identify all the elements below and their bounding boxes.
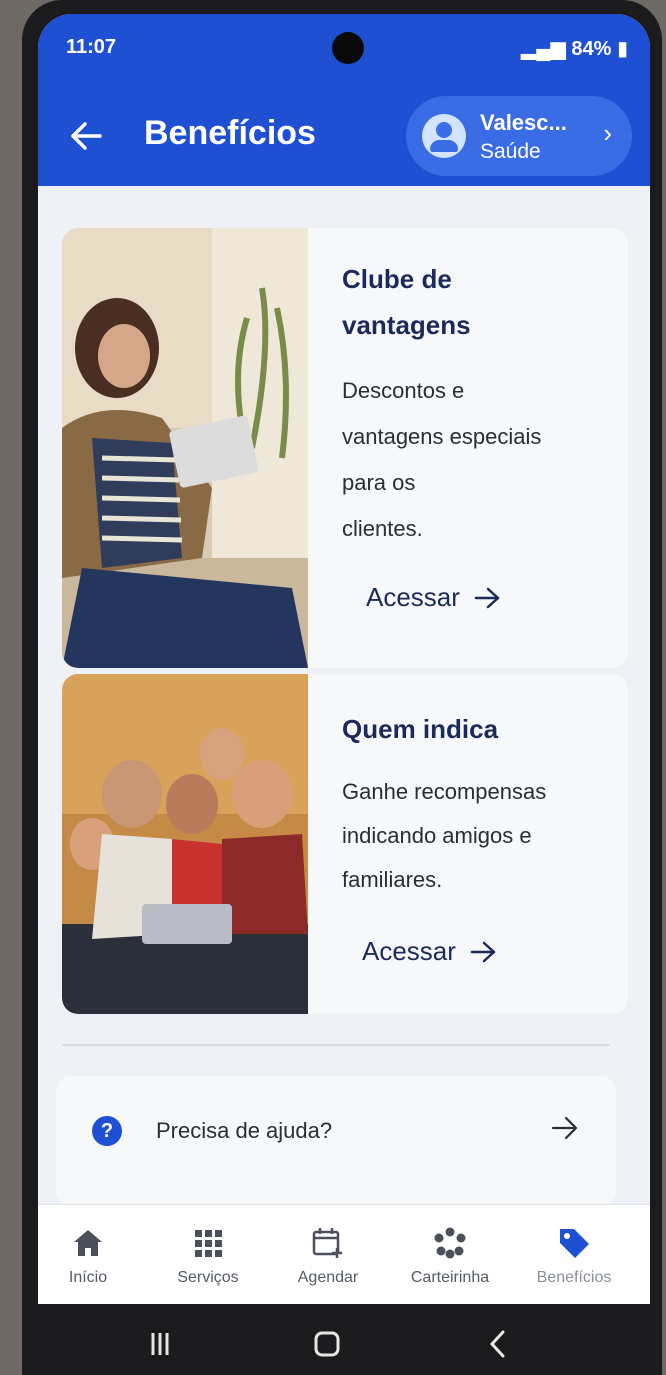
arrow-right-icon [474, 587, 500, 608]
avatar-icon [422, 114, 466, 158]
nav-item-inicio[interactable]: Início [38, 1223, 138, 1287]
desc-line: vantagens especiais [342, 424, 542, 449]
nav-item-agendar[interactable]: Agendar [278, 1223, 378, 1287]
arrow-right-icon [551, 1116, 578, 1140]
card-photo-friends-group [62, 674, 308, 1014]
system-back-button[interactable] [478, 1324, 518, 1364]
benefit-card-indica: Quem indica Ganhe recompensas indicando … [62, 674, 628, 1014]
desc-line: clientes. [342, 516, 423, 541]
nav-label: Benefícios [536, 1269, 612, 1286]
status-battery: ▂▄▆ 84% ▮ [521, 36, 628, 61]
desc-line: para os [342, 470, 416, 495]
recents-icon [151, 1333, 169, 1355]
home-icon [74, 1230, 102, 1256]
arrow-right-icon [470, 941, 496, 962]
front-camera [332, 32, 364, 64]
question-icon: ? [92, 1116, 122, 1146]
app-screen: 11:07 ▂▄▆ 84% ▮ Benefícios Valesc... Saú… [38, 14, 650, 1304]
help-arrow-button[interactable] [550, 1108, 580, 1153]
desc-line: familiares. [342, 867, 443, 892]
nav-item-beneficios[interactable]: Benefícios [524, 1223, 624, 1287]
recents-button[interactable] [140, 1324, 180, 1364]
grid-icon [195, 1230, 222, 1257]
page-title: Benefícios [144, 114, 316, 152]
help-row[interactable]: ? Precisa de ajuda? [56, 1076, 616, 1206]
desc-line: indicando amigos e [342, 823, 532, 848]
chevron-left-icon [489, 1330, 505, 1358]
help-label: Precisa de ajuda? [156, 1118, 333, 1143]
battery-icon: ▮ [611, 38, 628, 60]
card-description: Ganhe recompensas indicando amigos e fam… [342, 770, 546, 902]
nav-item-carteirinha[interactable]: Carteirinha [400, 1223, 500, 1287]
profile-selector[interactable]: Valesc... Saúde › [406, 96, 632, 176]
access-label: Acessar [362, 936, 456, 966]
nav-label: Agendar [297, 1269, 359, 1286]
status-time: 11:07 [66, 36, 117, 58]
calendar-add-icon [312, 1228, 342, 1258]
card-description: Descontos e vantagens especiais para os … [342, 368, 541, 552]
nav-label: Carteirinha [410, 1269, 490, 1286]
section-divider [62, 1044, 610, 1046]
bottom-navigation: Início Serviços Agendar Carteirinha Bene… [38, 1204, 650, 1304]
nav-item-servicos[interactable]: Serviços [158, 1223, 258, 1287]
profile-subtitle: Saúde [480, 140, 541, 163]
battery-percent: 84% [571, 38, 612, 60]
card-title-line1: Clube de [342, 264, 452, 294]
system-navigation-bar [0, 1304, 666, 1375]
profile-name: Valesc... [480, 110, 567, 135]
benefit-card-clube: Clube de vantagens Descontos e vantagens… [62, 228, 628, 668]
tag-icon [560, 1229, 589, 1258]
desc-line: Descontos e [342, 378, 465, 403]
benefits-content: Clube de vantagens Descontos e vantagens… [38, 186, 650, 1206]
back-button[interactable] [64, 112, 108, 160]
card-title: Quem indica [342, 714, 499, 744]
flower-icon [434, 1227, 466, 1259]
access-button-indica[interactable]: Acessar [362, 936, 498, 967]
arrow-left-icon [71, 122, 102, 150]
chevron-right-icon: › [603, 118, 612, 148]
access-button-clube[interactable]: Acessar [366, 582, 502, 613]
nav-label: Início [68, 1269, 108, 1286]
nav-label: Serviços [177, 1269, 239, 1286]
access-label: Acessar [366, 582, 460, 612]
signal-icon: ▂▄▆ [520, 38, 572, 60]
desc-line: Ganhe recompensas [342, 779, 547, 804]
card-photo-woman-tablet [62, 228, 308, 668]
app-header: 11:07 ▂▄▆ 84% ▮ Benefícios Valesc... Saú… [38, 14, 650, 186]
home-button[interactable] [307, 1324, 347, 1364]
card-title-line2: vantagens [342, 310, 471, 340]
home-square-icon [314, 1331, 340, 1357]
